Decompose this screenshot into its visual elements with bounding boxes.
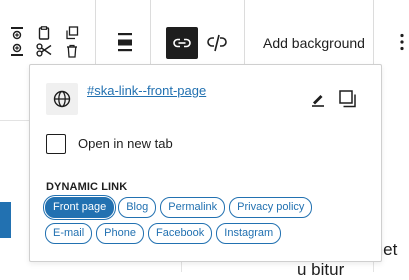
toolbar-separator xyxy=(150,0,151,64)
more-vertical-icon xyxy=(400,33,404,51)
insert-after-button[interactable] xyxy=(9,43,25,57)
toolbar-separator xyxy=(244,0,245,64)
unlink-icon xyxy=(207,34,227,52)
scissors-icon xyxy=(36,43,52,57)
link-url[interactable]: #ska-link--front-page xyxy=(87,83,206,98)
chip-facebook[interactable]: Facebook xyxy=(147,223,213,244)
chip-front-page[interactable]: Front page xyxy=(45,197,115,218)
align-button[interactable] xyxy=(114,30,136,54)
background-paragraph-text: u bitur xyxy=(297,260,345,279)
chip-email[interactable]: E-mail xyxy=(45,223,93,244)
open-new-tab-checkbox[interactable] xyxy=(46,134,66,154)
chip-phone[interactable]: Phone xyxy=(96,223,144,244)
copy-link-button[interactable] xyxy=(336,87,360,111)
duplicate-icon xyxy=(66,25,79,39)
dynamic-link-title: DYNAMIC LINK xyxy=(46,181,128,193)
dynamic-link-chips-row: E-mail Phone Facebook Instagram xyxy=(45,223,282,244)
blue-button-edge[interactable] xyxy=(0,202,11,238)
editor-divider xyxy=(0,120,30,121)
clipboard-icon xyxy=(38,25,50,40)
more-options-button[interactable] xyxy=(397,30,407,54)
unlink-button[interactable] xyxy=(205,31,229,55)
chip-instagram[interactable]: Instagram xyxy=(216,223,282,244)
toolbar-separator xyxy=(373,0,374,64)
copy-button[interactable] xyxy=(37,25,51,40)
link-icon xyxy=(173,38,191,48)
globe-icon xyxy=(53,90,71,108)
dynamic-link-chips-row: Front page Blog Permalink Privacy policy xyxy=(45,197,313,218)
pencil-icon xyxy=(312,95,324,107)
duplicate-button[interactable] xyxy=(64,25,80,40)
plus-circle-icon xyxy=(11,43,23,56)
chip-privacy-policy[interactable]: Privacy policy xyxy=(229,197,313,218)
edit-link-button[interactable] xyxy=(308,89,328,109)
link-button[interactable] xyxy=(166,27,198,59)
link-favicon xyxy=(46,83,78,115)
cut-button[interactable] xyxy=(36,43,52,57)
add-background-button[interactable]: Add background xyxy=(263,35,365,51)
copy-icon xyxy=(339,90,356,108)
plus-circle-icon xyxy=(11,27,23,40)
chip-permalink[interactable]: Permalink xyxy=(160,197,226,218)
open-new-tab-label[interactable]: Open in new tab xyxy=(78,136,173,151)
insert-before-button[interactable] xyxy=(9,26,25,40)
link-popover: #ska-link--front-page Open in new tab DY… xyxy=(29,64,382,262)
trash-icon xyxy=(67,44,77,58)
chip-blog[interactable]: Blog xyxy=(118,197,157,218)
align-justify-icon xyxy=(118,33,132,52)
delete-button[interactable] xyxy=(64,43,80,58)
toolbar-separator xyxy=(95,0,96,64)
